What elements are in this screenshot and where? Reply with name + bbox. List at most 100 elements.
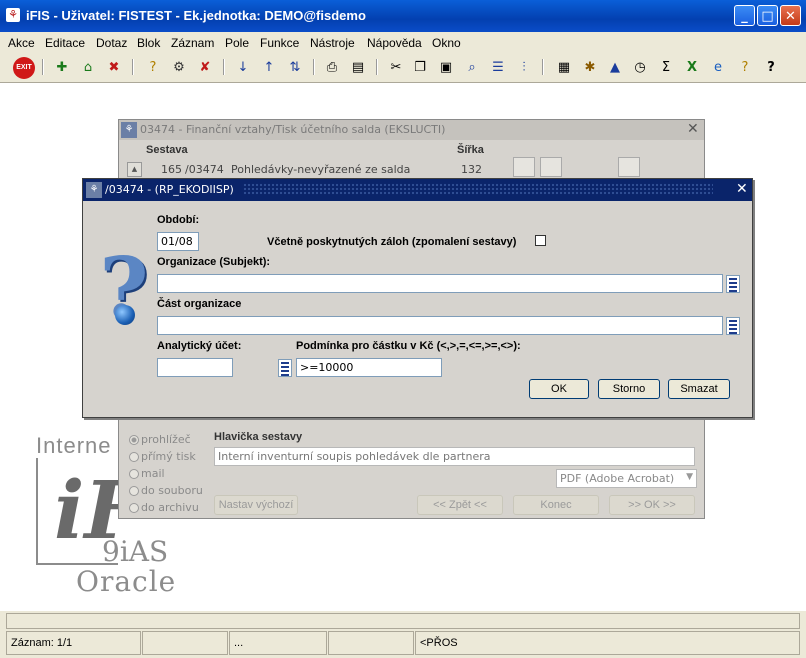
- advances-checkbox[interactable]: [535, 235, 546, 246]
- print-icon[interactable]: ⎙: [322, 58, 342, 78]
- export-icon[interactable]: [540, 157, 562, 177]
- delete-record-icon[interactable]: ✖: [104, 58, 124, 78]
- close-icon[interactable]: ✕: [687, 121, 699, 137]
- help-icon[interactable]: ?: [761, 58, 781, 78]
- calendar-icon[interactable]: ◷: [630, 58, 650, 78]
- menu-zaznam[interactable]: Záznam: [171, 36, 214, 50]
- chevron-down-icon: ▼: [686, 472, 693, 482]
- output-radio-mail[interactable]: [129, 469, 139, 479]
- menu-pole[interactable]: Pole: [225, 36, 249, 50]
- toolbar: EXIT ✚ ⌂ ✖ ? ⚙ ✘ ↓ ↑ ⇅ ⎙ ▤ ✂ ❐ ▣ ⌕ ☰ ⫶ ▦…: [0, 52, 806, 83]
- ias-logo-text: 9iAS: [102, 535, 169, 568]
- minimize-button[interactable]: _: [734, 5, 755, 26]
- maximize-button[interactable]: □: [757, 5, 778, 26]
- internet-logo-text: Interne: [36, 433, 112, 458]
- app-icon: ⚘: [6, 8, 20, 22]
- status-panel-empty: [142, 631, 228, 655]
- title-bar: ⚘ iFIS - Uživatel: FISTEST - Ek.jednotka…: [0, 0, 806, 32]
- record-indicator: Záznam: 1/1: [6, 631, 141, 655]
- maximize-icon: □: [761, 9, 774, 24]
- org-part-input[interactable]: [157, 316, 723, 335]
- add-record-icon[interactable]: ✚: [52, 58, 72, 78]
- period-label: Období:: [157, 214, 200, 226]
- output-label-print: přímý tisk: [141, 450, 196, 463]
- menu-bar: Akce Editace Dotaz Blok Záznam Pole Funk…: [0, 32, 806, 52]
- account-list-icon[interactable]: [278, 359, 292, 377]
- menu-dotaz[interactable]: Dotaz: [96, 36, 127, 50]
- format-select[interactable]: PDF (Adobe Acrobat) ▼: [556, 469, 697, 488]
- excel-icon[interactable]: X: [682, 58, 702, 78]
- print-preview-icon[interactable]: ▤: [348, 58, 368, 78]
- report-name[interactable]: Pohledávky-nevyřazené ze salda: [231, 163, 410, 176]
- calculator-icon[interactable]: ▦: [554, 58, 574, 78]
- ok-button[interactable]: OK: [529, 379, 589, 399]
- zoom-icon[interactable]: ⌕: [462, 58, 482, 78]
- report-header-field[interactable]: Interní inventurní soupis pohledávek dle…: [214, 447, 695, 466]
- clear-button[interactable]: Smazat: [668, 379, 730, 399]
- app-icon: ⚘: [121, 122, 137, 138]
- menu-napoveda[interactable]: Nápověda: [367, 36, 422, 50]
- menu-akce[interactable]: Akce: [8, 36, 35, 50]
- account-input[interactable]: [157, 358, 233, 377]
- organization-label: Organizace (Subjekt):: [157, 256, 271, 268]
- output-radio-archive[interactable]: [129, 503, 139, 513]
- sort-desc-icon[interactable]: ↑: [259, 58, 279, 78]
- close-button[interactable]: ✕: [780, 5, 801, 26]
- document-icon[interactable]: [513, 157, 535, 177]
- org-part-label: Část organizace: [157, 298, 242, 310]
- filter-icon[interactable]: ⫶: [514, 58, 534, 78]
- query-cancel-icon[interactable]: ✘: [195, 58, 215, 78]
- menu-funkce[interactable]: Funkce: [260, 36, 299, 50]
- col-header-sirka: Šířka: [457, 144, 484, 156]
- message-line: [6, 613, 800, 629]
- period-input[interactable]: 01/08: [157, 232, 199, 251]
- exit-icon[interactable]: EXIT: [13, 57, 35, 79]
- ie-icon[interactable]: e: [708, 58, 728, 78]
- cancel-button[interactable]: Storno: [598, 379, 660, 399]
- chart-icon[interactable]: ▲: [605, 58, 625, 78]
- menu-blok[interactable]: Blok: [137, 36, 160, 50]
- sort-asc-icon[interactable]: ↓: [233, 58, 253, 78]
- report-window-title: 03474 - Finanční vztahy/Tisk účetního sa…: [140, 123, 446, 136]
- org-part-list-icon[interactable]: [726, 317, 740, 335]
- menu-nastroje[interactable]: Nástroje: [310, 36, 355, 50]
- account-label: Analytický účet:: [157, 340, 242, 352]
- close-icon[interactable]: ✕: [736, 181, 748, 197]
- back-button[interactable]: << Zpět <<: [417, 495, 503, 515]
- query-execute-icon[interactable]: ⚙: [169, 58, 189, 78]
- oracle-logo-text: Oracle: [76, 565, 177, 598]
- settings-icon[interactable]: ✱: [580, 58, 600, 78]
- amount-condition-input[interactable]: >=10000: [296, 358, 442, 377]
- sort-multi-icon[interactable]: ⇅: [285, 58, 305, 78]
- query-enter-icon[interactable]: ?: [143, 58, 163, 78]
- save-icon[interactable]: ⌂: [78, 58, 98, 78]
- sum-icon[interactable]: Σ: [656, 58, 676, 78]
- ok-forward-button[interactable]: >> OK >>: [609, 495, 695, 515]
- advances-label: Včetně poskytnutých záloh (zpomalení ses…: [267, 236, 517, 248]
- organization-input[interactable]: [157, 274, 723, 293]
- col-header-sestava: Sestava: [146, 144, 188, 156]
- reset-defaults-button[interactable]: Nastav výchozí: [214, 495, 298, 515]
- output-radio-browser[interactable]: [129, 435, 139, 445]
- app-icon: ⚘: [86, 182, 102, 198]
- paste-icon[interactable]: ▣: [436, 58, 456, 78]
- menu-okno[interactable]: Okno: [432, 36, 461, 50]
- report-number: 165: [161, 163, 182, 176]
- close-icon: ✕: [785, 9, 796, 24]
- output-radio-print[interactable]: [129, 452, 139, 462]
- copy-icon[interactable]: ❐: [410, 58, 430, 78]
- list-icon[interactable]: ☰: [488, 58, 508, 78]
- condition-label: Podmínka pro částku v Kč (<,>,=,<=,>=,<>…: [296, 340, 521, 352]
- output-radio-file[interactable]: [129, 486, 139, 496]
- edit-icon[interactable]: [618, 157, 640, 177]
- report-window-titlebar: ⚘ 03474 - Finanční vztahy/Tisk účetního …: [119, 120, 704, 140]
- menu-editace[interactable]: Editace: [45, 36, 85, 50]
- report-width: 132: [461, 163, 482, 176]
- organization-list-icon[interactable]: [726, 275, 740, 293]
- output-label-browser: prohlížeč: [141, 433, 191, 446]
- end-button[interactable]: Konec: [513, 495, 599, 515]
- scroll-up-icon[interactable]: ▲: [127, 162, 142, 177]
- help-topic-icon[interactable]: ?: [735, 58, 755, 78]
- dialog-title: /03474 - (RP_EKODIISP): [105, 183, 234, 196]
- cut-icon[interactable]: ✂: [386, 58, 406, 78]
